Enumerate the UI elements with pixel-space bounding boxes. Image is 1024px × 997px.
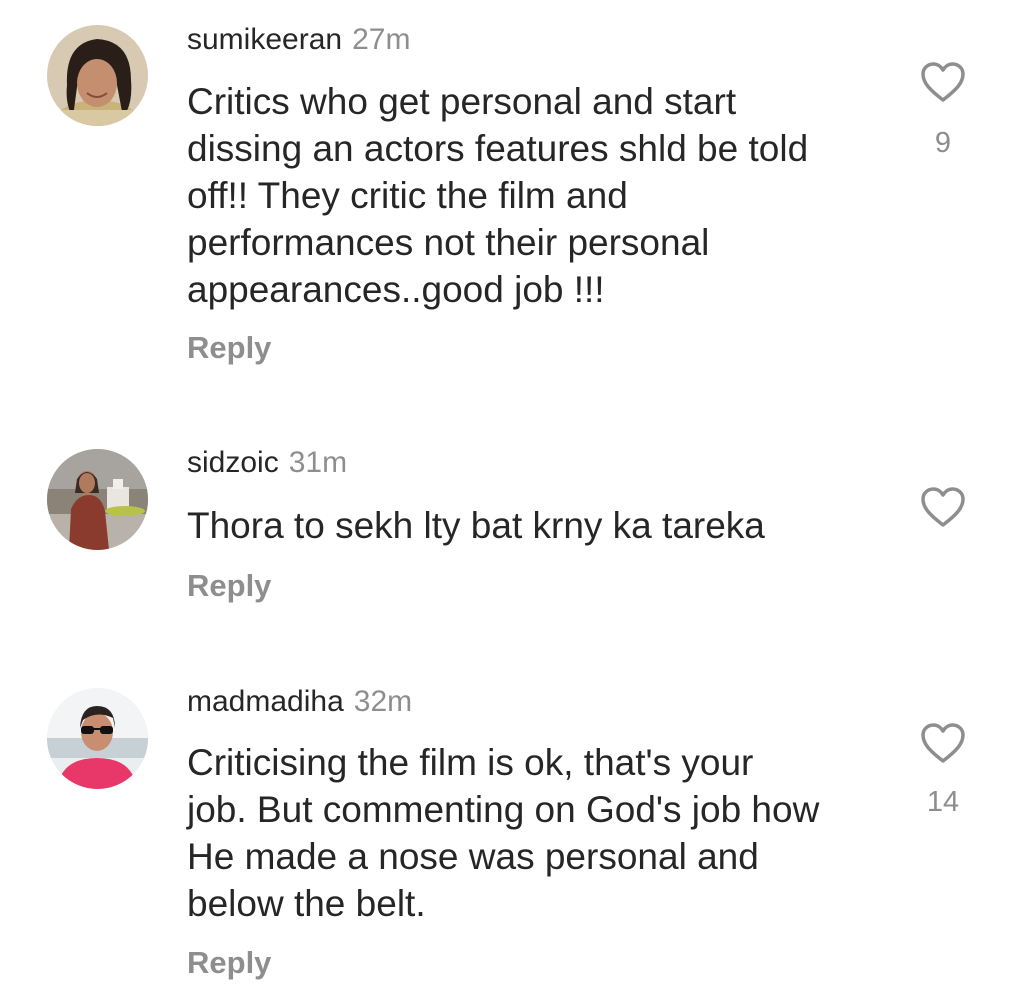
comment-text-line: below the belt. bbox=[187, 883, 426, 924]
comment-meta: madmadiha 32m bbox=[187, 684, 412, 720]
avatar[interactable] bbox=[47, 688, 148, 789]
username[interactable]: madmadiha bbox=[187, 685, 344, 718]
comment-meta: sumikeeran 27m bbox=[187, 22, 410, 58]
heart-outline-icon[interactable] bbox=[920, 486, 966, 528]
comment-text-line: dissing an actors features shld be told bbox=[187, 128, 809, 169]
username[interactable]: sidzoic bbox=[187, 446, 279, 479]
comment-text: Thora to sekh lty bat krny ka tareka bbox=[187, 502, 887, 549]
avatar-image bbox=[47, 449, 148, 550]
heart-outline-icon[interactable] bbox=[920, 722, 966, 764]
comment-text-line: appearances..good job !!! bbox=[187, 269, 605, 310]
timestamp: 27m bbox=[352, 23, 411, 56]
comment-text-line: Criticising the film is ok, that's your bbox=[187, 742, 754, 783]
avatar[interactable] bbox=[47, 25, 148, 126]
avatar-image bbox=[47, 688, 148, 789]
comment-text-line: He made a nose was personal and bbox=[187, 836, 759, 877]
comment-text-line: Thora to sekh lty bat krny ka tareka bbox=[187, 505, 765, 546]
like-count[interactable]: 9 bbox=[913, 127, 973, 159]
username[interactable]: sumikeeran bbox=[187, 23, 342, 56]
comment-text-line: Critics who get personal and start bbox=[187, 81, 737, 122]
reply-button[interactable]: Reply bbox=[187, 330, 271, 366]
timestamp: 32m bbox=[353, 685, 413, 718]
comment-text: Critics who get personal and start dissi… bbox=[187, 78, 887, 313]
comment-text-line: off!! They critic the film and bbox=[187, 175, 628, 216]
comment-text: Criticising the film is ok, that's your … bbox=[187, 739, 887, 927]
comment-meta: sidzoic 31m bbox=[187, 445, 347, 481]
like-count[interactable]: 14 bbox=[913, 786, 973, 818]
comment-text-line: performances not their personal bbox=[187, 222, 710, 263]
reply-button[interactable]: Reply bbox=[187, 568, 271, 604]
avatar-image bbox=[47, 25, 148, 126]
heart-outline-icon[interactable] bbox=[920, 61, 966, 103]
reply-button[interactable]: Reply bbox=[187, 945, 271, 981]
timestamp: 31m bbox=[288, 446, 348, 479]
avatar[interactable] bbox=[47, 449, 148, 550]
comment-text-line: job. But commenting on God's job how bbox=[187, 789, 820, 830]
